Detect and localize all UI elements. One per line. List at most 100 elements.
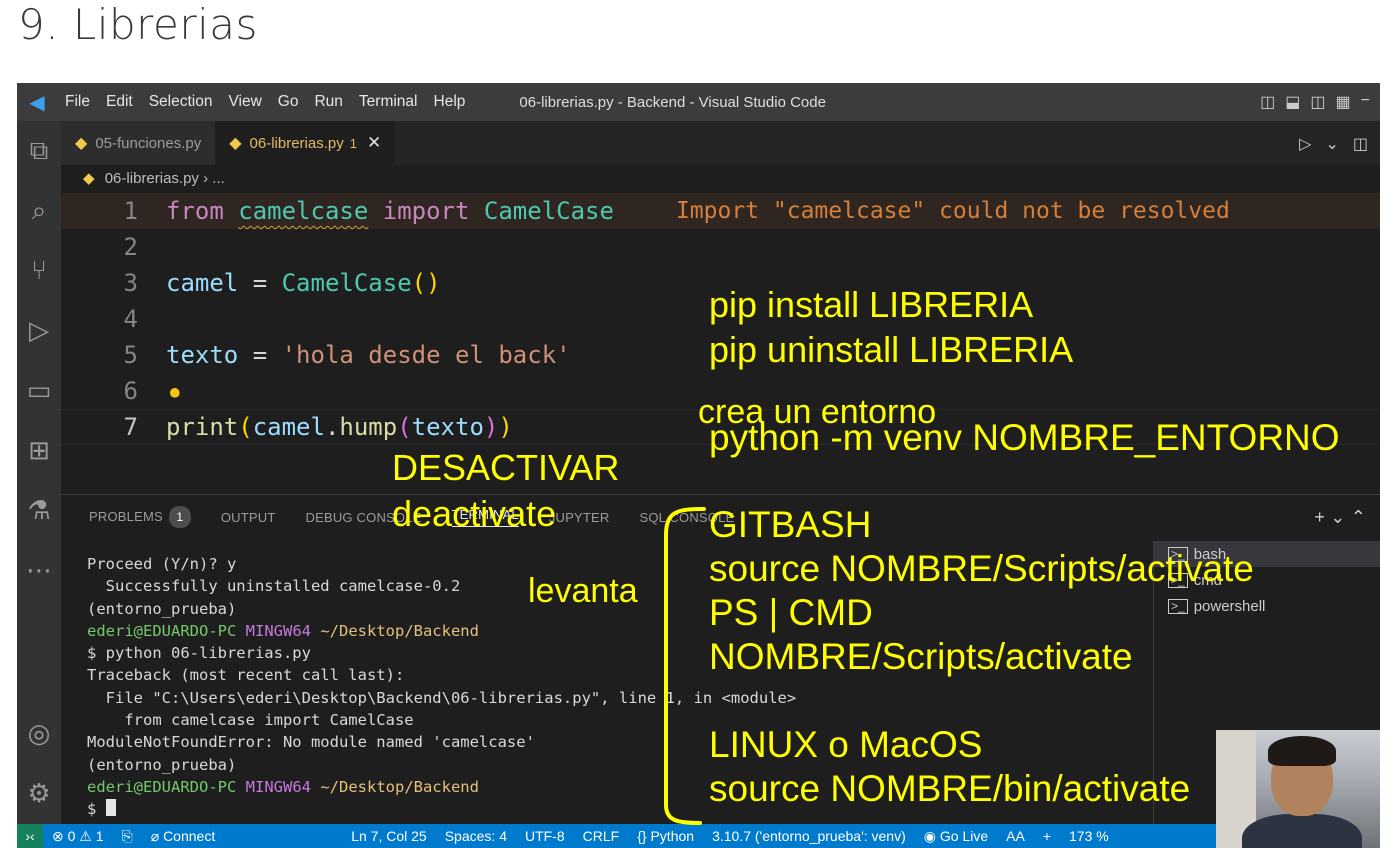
code-token: =	[252, 341, 268, 369]
explorer-icon[interactable]: ⧉	[17, 121, 61, 181]
menu-selection[interactable]: Selection	[141, 93, 221, 111]
menu-run[interactable]: Run	[306, 93, 350, 111]
window-controls: ◫ ⬓ ◫ ▦ −	[1260, 92, 1380, 112]
golive-label: Go Live	[939, 827, 989, 844]
menu-terminal[interactable]: Terminal	[351, 93, 426, 111]
more-icon[interactable]: ⋯	[17, 541, 61, 601]
python-file-icon: ◆	[83, 170, 95, 187]
testing-icon[interactable]: ⚗	[17, 481, 61, 541]
connect-label: Connect	[163, 827, 216, 844]
annotation-pip-uninstall: pip uninstall LIBRERIA	[709, 329, 1074, 370]
line-number: 7	[123, 413, 138, 441]
menu-go[interactable]: Go	[270, 93, 307, 111]
annotation-linux: LINUX o MacOS	[709, 724, 983, 765]
tab-output[interactable]: OUTPUT	[221, 510, 276, 525]
tab-label: 06-librerias.py	[249, 134, 344, 152]
prompt-path: ~/Desktop/Backend	[320, 621, 479, 640]
status-eol[interactable]: CRLF	[574, 828, 629, 844]
code-line-2: 2	[61, 229, 1380, 265]
run-file-icon[interactable]: ▷	[1299, 134, 1311, 153]
search-icon[interactable]: ⌕	[17, 181, 61, 241]
prompt-env: MINGW64	[245, 777, 311, 796]
toggle-sidebar-icon[interactable]: ◫	[1260, 92, 1275, 112]
status-indentation[interactable]: Spaces: 4	[436, 828, 516, 844]
status-problems[interactable]: ⊗ 0 ⚠ 1	[43, 828, 113, 845]
tab-problem-badge: 1	[349, 135, 357, 151]
toggle-panel-icon[interactable]: ⬓	[1285, 92, 1300, 112]
minimize-icon[interactable]: −	[1361, 92, 1370, 112]
annotation-linux-command: source NOMBRE/bin/activate	[709, 768, 1191, 809]
status-encoding[interactable]: UTF-8	[516, 828, 574, 844]
menu-view[interactable]: View	[220, 93, 269, 111]
status-plus[interactable]: +	[1034, 828, 1060, 844]
title-bar: ◀ File Edit Selection View Go Run Termin…	[17, 83, 1380, 121]
remote-indicator-icon[interactable]: ›‹	[17, 824, 43, 848]
code-token: (	[238, 413, 253, 441]
line-number: 6	[123, 377, 138, 405]
breadcrumb-file[interactable]: 06-librerias.py	[105, 170, 199, 187]
terminal-item-powershell[interactable]: >_ powershell	[1154, 593, 1380, 619]
customize-layout-icon[interactable]: ▦	[1336, 92, 1351, 112]
line-number: 3	[123, 269, 138, 297]
annotation-pip-install: pip install LIBRERIA	[709, 284, 1034, 325]
status-connect[interactable]: ⌀ Connect	[142, 828, 224, 845]
prompt-user: ederi@EDUARDO-PC	[87, 777, 237, 796]
presenter-body	[1242, 814, 1362, 848]
braces-icon: {}	[637, 828, 647, 844]
annotation-deactivate: deactivate	[392, 493, 557, 534]
python-file-icon: ◆	[75, 135, 88, 152]
status-cursor-position[interactable]: Ln 7, Col 25	[342, 828, 436, 844]
activity-bar: ⧉ ⌕ ⑂ ▷ ▭ ⊞ ⚗ ⋯ ◎ ⚙	[17, 121, 61, 824]
tab-problems[interactable]: PROBLEMS 1	[89, 506, 191, 528]
tab-label: PROBLEMS	[89, 509, 163, 524]
annotation-ps-cmd: PS | CMD	[709, 592, 873, 633]
terminal-icon: >_	[1168, 598, 1188, 614]
code-token: camel	[166, 269, 239, 297]
close-icon[interactable]: ✕	[367, 133, 381, 153]
annotation-gitbash: GITBASH	[709, 504, 872, 545]
code-token: CamelCase	[483, 197, 614, 225]
tab-06-librerias[interactable]: ◆ 06-librerias.py 1 ✕	[215, 121, 396, 165]
new-terminal-icon[interactable]: + ⌄ ⌃	[1314, 507, 1380, 528]
menu-help[interactable]: Help	[426, 93, 474, 111]
tab-05-funciones[interactable]: ◆ 05-funciones.py	[61, 121, 216, 165]
code-token: )	[498, 413, 513, 441]
code-line-1: 1 from camelcase import CamelCase Import…	[61, 193, 1380, 229]
annotation-venv-command: python -m venv NOMBRE_ENTORNO	[709, 417, 1340, 458]
run-debug-icon[interactable]: ▷	[17, 301, 61, 361]
annotation-gitbash-command: source NOMBRE/Scripts/activate	[709, 548, 1254, 589]
inline-diagnostic: Import "camelcase" could not be resolved	[675, 198, 1230, 224]
lightbulb-icon[interactable]: ●	[170, 382, 180, 401]
code-token: from	[166, 197, 224, 225]
status-font[interactable]: AA	[997, 828, 1034, 844]
code-token: .	[324, 413, 340, 441]
split-editor-icon[interactable]: ◫	[1353, 134, 1368, 153]
code-token: ()	[411, 269, 441, 297]
status-language[interactable]: {} Python	[628, 828, 703, 844]
breadcrumb-rest[interactable]: ...	[212, 170, 225, 187]
chevron-down-icon[interactable]: ⌄	[1325, 134, 1338, 153]
menu-file[interactable]: File	[57, 93, 98, 111]
vscode-logo-icon: ◀	[29, 91, 45, 114]
code-token: =	[252, 269, 268, 297]
terminal-item-label: powershell	[1193, 597, 1266, 615]
settings-gear-icon[interactable]: ⚙	[17, 764, 61, 824]
status-zoom[interactable]: 173 %	[1060, 828, 1118, 844]
menu-edit[interactable]: Edit	[98, 93, 141, 111]
code-token: import	[382, 197, 470, 225]
slide-title: 9. Librerias	[18, 0, 258, 49]
tab-jupyter[interactable]: JUPYTER	[549, 510, 610, 525]
status-golive[interactable]: ◉ Go Live	[915, 828, 997, 845]
plug-icon[interactable]: ⎘	[113, 828, 142, 845]
extensions-icon[interactable]: ⊞	[17, 421, 61, 481]
toggle-secondary-sidebar-icon[interactable]: ◫	[1310, 92, 1325, 112]
tab-label: 05-funciones.py	[95, 134, 202, 152]
remote-explorer-icon[interactable]: ▭	[17, 361, 61, 421]
code-token: )	[483, 413, 499, 441]
line-number: 5	[123, 341, 138, 369]
errors-count: ⊗ 0	[52, 827, 76, 844]
source-control-icon[interactable]: ⑂	[17, 241, 61, 301]
annotation-ps-cmd-path: NOMBRE/Scripts/activate	[709, 636, 1133, 677]
status-interpreter[interactable]: 3.10.7 ('entorno_prueba': venv)	[703, 828, 915, 844]
account-icon[interactable]: ◎	[17, 704, 61, 764]
